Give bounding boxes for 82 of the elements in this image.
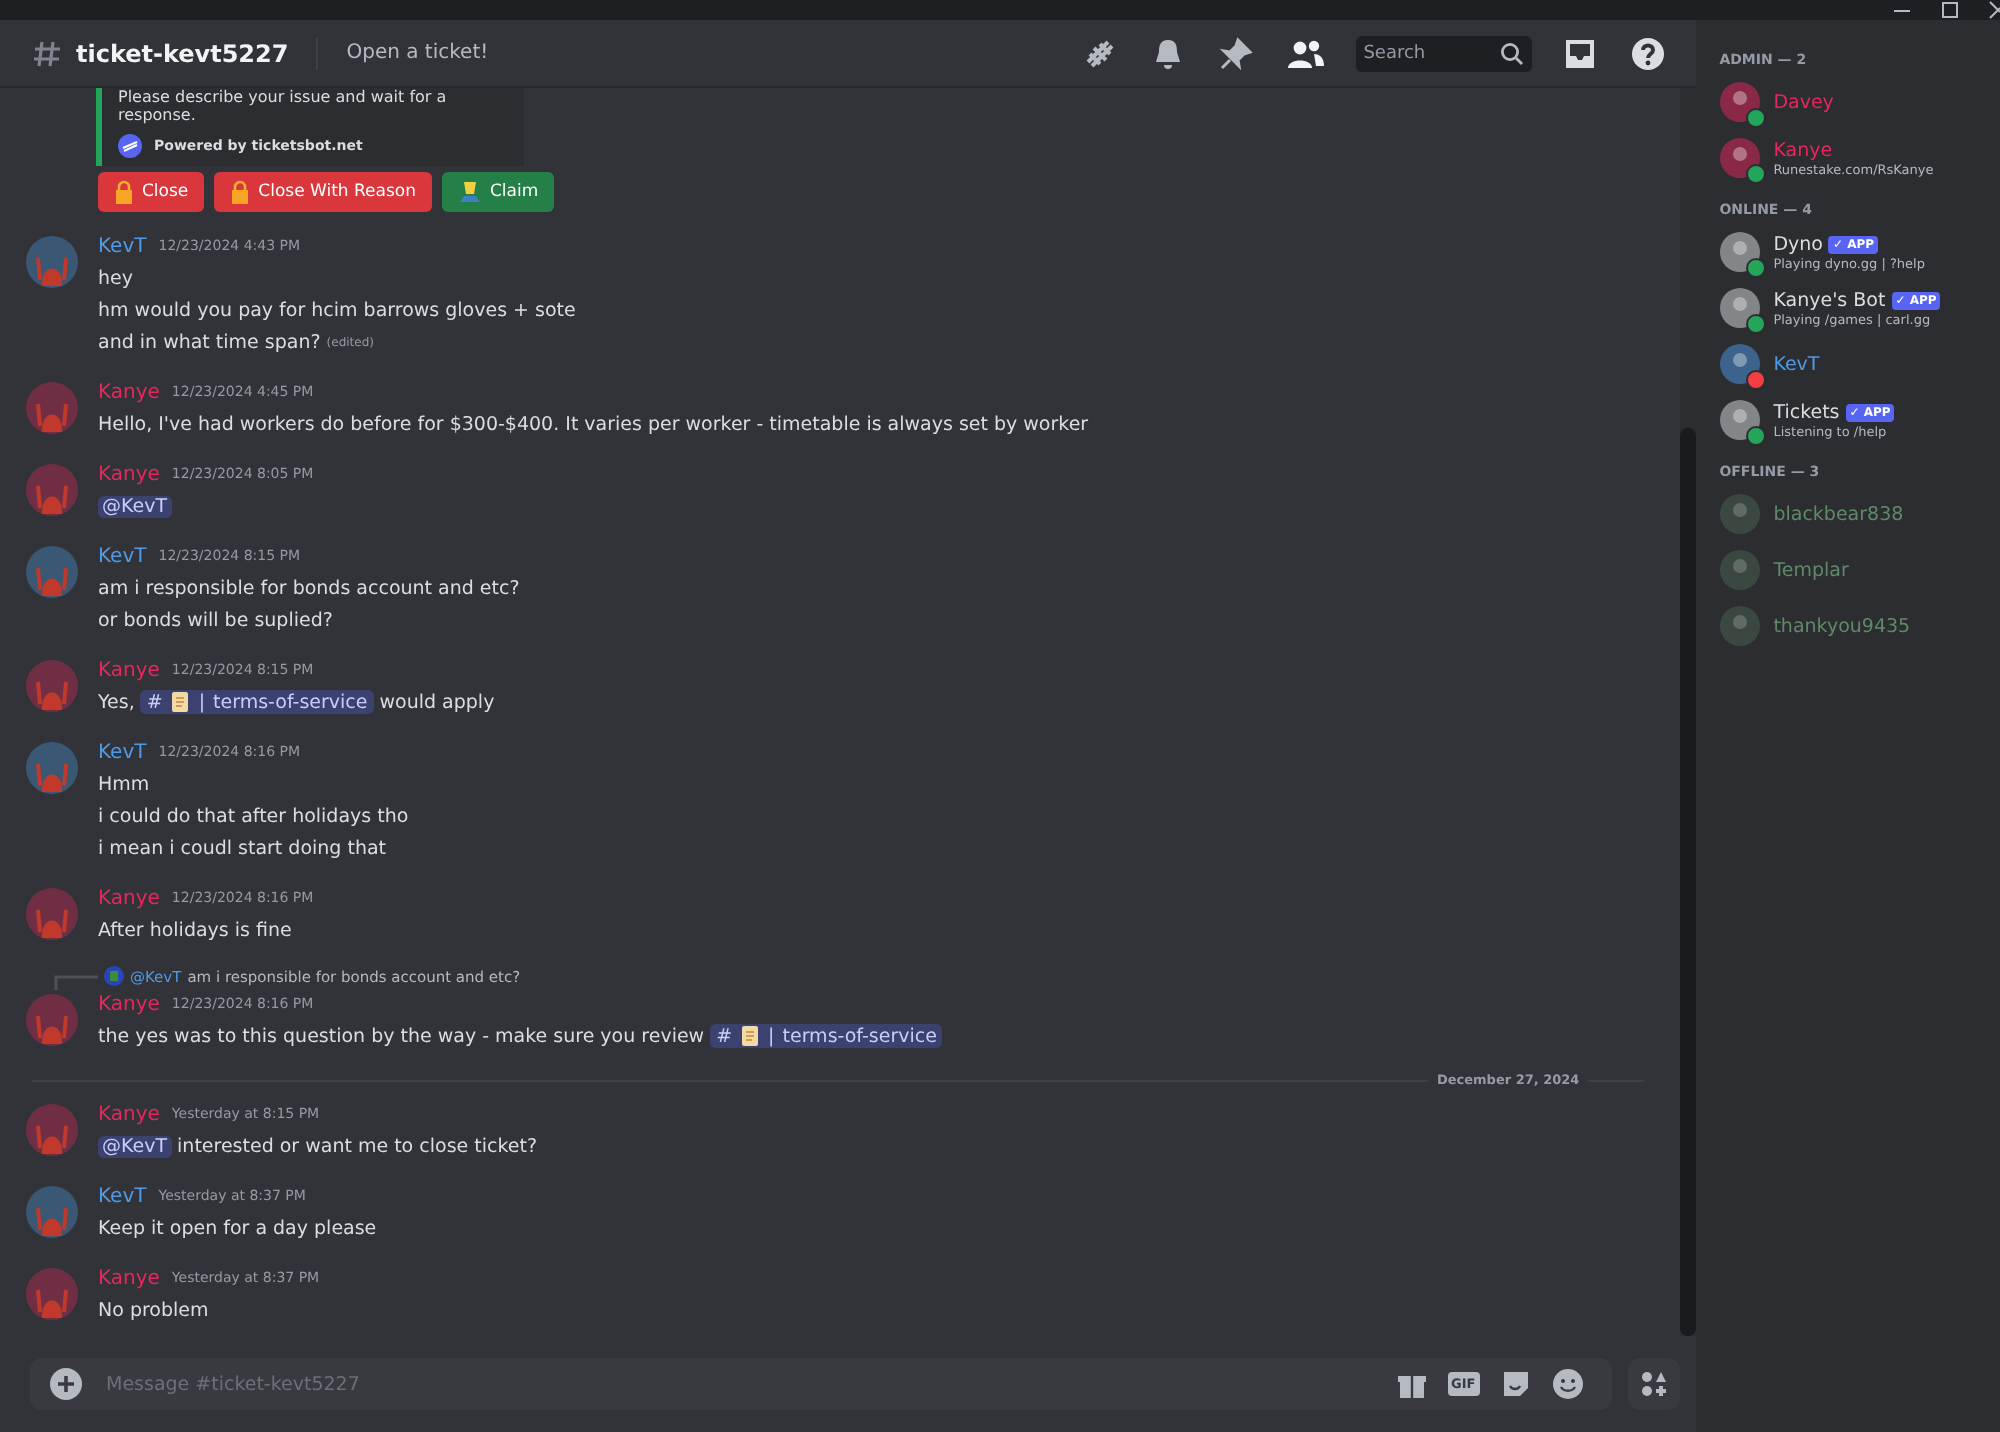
member-name[interactable]: Tickets xyxy=(1773,401,1840,423)
member-name[interactable]: KevT xyxy=(1773,353,1820,375)
message-text: Yes, xyxy=(98,691,135,713)
ticket-logo-icon xyxy=(118,134,142,158)
author-name[interactable]: KevT xyxy=(98,545,147,567)
channel-name: ticket-kevt5227 xyxy=(76,39,289,67)
apps-button[interactable] xyxy=(1627,1358,1680,1410)
member-name[interactable]: Kanye xyxy=(1773,139,1833,161)
pin-icon[interactable] xyxy=(1217,35,1254,71)
close-icon[interactable] xyxy=(1988,0,2000,20)
message-text: the yes was to this question by the way - make sure you review xyxy=(98,1025,705,1047)
avatar-icon xyxy=(1719,400,1760,440)
message-text: No problem xyxy=(98,1299,209,1321)
offline-member-row[interactable]: thankyou9435 xyxy=(1719,602,2000,650)
maximize-icon[interactable] xyxy=(1940,0,1960,20)
scroll-icon xyxy=(740,1024,761,1048)
member-name[interactable]: thankyou9435 xyxy=(1773,615,1911,637)
scrollbar-thumb[interactable] xyxy=(1679,428,1696,1336)
message-text: would apply xyxy=(379,691,495,713)
author-name[interactable]: KevT xyxy=(98,741,147,763)
avatar-icon xyxy=(1719,82,1760,122)
avatar-icon xyxy=(1719,606,1760,646)
author-name[interactable]: Kanye xyxy=(98,993,160,1015)
message-text: or bonds will be suplied? xyxy=(98,609,333,631)
action-button[interactable]: Claim xyxy=(442,172,555,212)
message-text: After holidays is fine xyxy=(98,919,292,941)
avatar-icon xyxy=(104,966,124,986)
member-name[interactable]: Dyno xyxy=(1773,233,1823,255)
message-text: i could do that after holidays tho xyxy=(98,805,409,827)
author-name[interactable]: Kanye xyxy=(98,1103,160,1125)
action-button[interactable]: Close xyxy=(98,172,205,212)
embed-text: Please describe your issue and wait for a response. xyxy=(118,88,449,124)
apps-icon xyxy=(1639,1370,1668,1398)
member-name[interactable]: Kanye's Bot xyxy=(1773,289,1886,311)
user-mention[interactable]: @KevT xyxy=(98,1135,172,1157)
avatar-icon xyxy=(1719,550,1760,590)
message-text: and in what time span? xyxy=(98,331,321,353)
member-name[interactable]: Templar xyxy=(1773,559,1849,581)
author-name[interactable]: KevT xyxy=(98,1185,147,1207)
author-name[interactable]: Kanye xyxy=(98,887,160,909)
sticker-icon[interactable] xyxy=(1499,1368,1532,1400)
author-name[interactable]: Kanye xyxy=(98,381,160,403)
hash-icon xyxy=(32,37,64,69)
channel-mention[interactable]: # | terms-of-service xyxy=(140,690,374,714)
author-name[interactable]: Kanye xyxy=(98,1267,160,1289)
avatar-icon xyxy=(1719,232,1760,272)
message-text: Hello, I've had workers do before for $300-$400. It varies per worker - timetable is always set by worker xyxy=(98,413,1089,435)
search-icon xyxy=(1499,41,1524,65)
help-icon[interactable] xyxy=(1629,35,1666,71)
author-name[interactable]: Kanye xyxy=(98,659,160,681)
reply-spine xyxy=(54,974,98,990)
threads-icon[interactable] xyxy=(1081,35,1118,71)
member-name[interactable]: Davey xyxy=(1773,91,1834,113)
avatar-icon xyxy=(1719,288,1760,328)
message-text: i mean i coudl start doing that xyxy=(98,837,387,859)
trophy-icon xyxy=(458,180,482,204)
members-icon[interactable] xyxy=(1285,35,1326,71)
message-text: am i responsible for bonds account and etc? xyxy=(98,577,520,599)
offline-member-row[interactable]: blackbear838 xyxy=(1719,490,2000,538)
channel-mention[interactable]: # | terms-of-service xyxy=(710,1024,943,1048)
channel-topic: Open a ticket! xyxy=(346,42,489,64)
message-text: Hmm xyxy=(98,773,150,795)
message-text: interested or want me to close ticket? xyxy=(177,1135,537,1157)
author-name[interactable]: Kanye xyxy=(98,463,160,485)
offline-member-row[interactable]: Templar xyxy=(1719,546,2000,594)
message-text: Keep it open for a day please xyxy=(98,1217,377,1239)
avatar-icon xyxy=(1719,344,1760,384)
search-field[interactable]: Search xyxy=(1355,35,1532,71)
add-icon[interactable] xyxy=(50,1368,82,1400)
avatar-icon xyxy=(1719,138,1760,178)
member-name[interactable]: blackbear838 xyxy=(1773,503,1904,525)
scroll-icon xyxy=(170,690,191,714)
author-name[interactable]: KevT xyxy=(98,235,147,257)
user-mention[interactable]: @KevT xyxy=(98,495,172,517)
lock-icon xyxy=(230,180,251,204)
message-text: hey xyxy=(98,267,133,289)
action-button[interactable]: Close With Reason xyxy=(214,172,432,212)
inbox-icon[interactable] xyxy=(1561,35,1598,71)
lock-icon xyxy=(114,180,134,204)
avatar-icon xyxy=(1719,494,1760,534)
message-text: hm would you pay for hcim barrows gloves + sote xyxy=(98,299,576,321)
emoji-icon[interactable] xyxy=(1551,1368,1584,1400)
